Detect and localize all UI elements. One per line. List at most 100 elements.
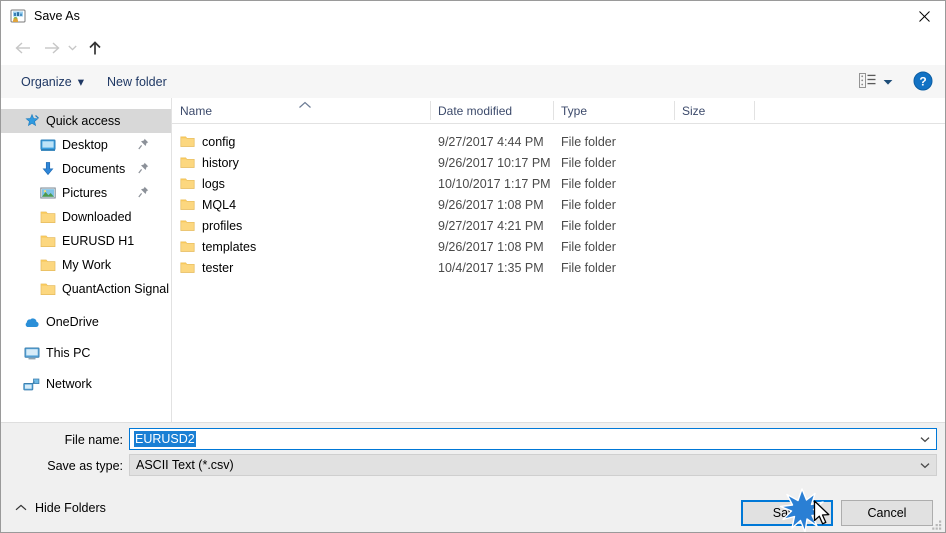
sidebar-item-label: Desktop: [62, 138, 108, 152]
column-header-size[interactable]: Size: [674, 98, 754, 123]
save-button-label: Save: [772, 506, 802, 520]
table-row[interactable]: config 9/27/2017 4:44 PM File folder: [172, 131, 945, 152]
chevron-down-icon[interactable]: [916, 455, 934, 475]
file-name-input[interactable]: EURUSD2: [129, 428, 937, 450]
table-row[interactable]: templates 9/26/2017 1:08 PM File folder: [172, 236, 945, 257]
sidebar-item-quick-access[interactable]: Quick access: [1, 109, 171, 133]
file-name-cell: tester: [180, 261, 233, 275]
desktop-icon: [39, 137, 56, 154]
file-date-cell: 9/26/2017 10:17 PM: [438, 155, 551, 170]
column-header-row: Name Date modified Type Size: [172, 98, 945, 124]
file-name-cell: MQL4: [180, 198, 236, 212]
save-as-app-icon: [10, 8, 26, 24]
navigation-row: « › Roaming › MetaQuotes › Terminal › 91…: [1, 32, 945, 92]
toolbar: Organize ▾ New folder ?: [1, 65, 945, 99]
folder-icon: [180, 198, 195, 211]
onedrive-icon: [23, 314, 40, 331]
sidebar-item-desktop[interactable]: Desktop: [1, 133, 171, 157]
file-type-cell: File folder: [561, 218, 616, 233]
hide-folders-button[interactable]: Hide Folders: [15, 501, 106, 515]
file-type-cell: File folder: [561, 239, 616, 254]
window-title: Save As: [34, 9, 80, 23]
column-header-date-modified[interactable]: Date modified: [430, 98, 553, 123]
folder-icon: [180, 240, 195, 253]
column-divider[interactable]: [754, 101, 755, 120]
sidebar-item-this-pc[interactable]: This PC: [1, 341, 171, 365]
up-arrow-icon[interactable]: [83, 36, 107, 60]
recent-locations-chevron-icon[interactable]: [63, 36, 81, 60]
sidebar-item-network[interactable]: Network: [1, 372, 171, 396]
sidebar-item-label: QuantAction Signal: [62, 282, 170, 296]
pin-icon[interactable]: [138, 138, 149, 153]
view-mode-chevron-icon: [883, 75, 893, 89]
title-bar: Save As: [1, 1, 945, 32]
file-name-label: MQL4: [202, 197, 237, 212]
file-name-label: history: [202, 155, 239, 170]
table-row[interactable]: profiles 9/27/2017 4:21 PM File folder: [172, 215, 945, 236]
sidebar-item-my-work[interactable]: My Work: [1, 253, 171, 277]
file-date-cell: 10/10/2017 1:17 PM: [438, 176, 551, 191]
save-form-area: File name: EURUSD2 Save as type: ASCII T…: [1, 422, 945, 493]
file-type-cell: File folder: [561, 197, 616, 212]
resize-grip-icon[interactable]: [931, 519, 943, 531]
close-icon[interactable]: [901, 1, 945, 31]
column-header-label: Type: [561, 103, 588, 118]
table-row[interactable]: tester 10/4/2017 1:35 PM File folder: [172, 257, 945, 278]
sidebar-item-documents[interactable]: Documents: [1, 157, 171, 181]
hide-folders-label: Hide Folders: [35, 501, 106, 515]
sidebar-item-label: Documents: [62, 162, 126, 176]
file-name-cell: config: [180, 135, 235, 149]
chevron-up-icon: [15, 504, 27, 512]
folder-icon: [39, 209, 56, 226]
sidebar-item-label: OneDrive: [46, 315, 99, 329]
sidebar-item-eurusd-h1[interactable]: EURUSD H1: [1, 229, 171, 253]
forward-arrow-icon[interactable]: [39, 36, 63, 60]
cancel-button[interactable]: Cancel: [841, 500, 933, 526]
save-button[interactable]: Save: [741, 500, 833, 526]
file-name-label: tester: [202, 260, 234, 275]
organize-label: Organize: [21, 74, 72, 89]
svg-text:?: ?: [919, 75, 926, 89]
pin-icon[interactable]: [138, 186, 149, 201]
column-header-name[interactable]: Name: [172, 98, 430, 123]
file-date-cell: 9/26/2017 1:08 PM: [438, 239, 544, 254]
network-icon: [23, 376, 40, 393]
save-as-type-select[interactable]: ASCII Text (*.csv): [129, 454, 937, 476]
file-name-cell: templates: [180, 240, 256, 254]
sidebar-item-label: Downloaded: [62, 210, 132, 224]
folder-icon: [39, 257, 56, 274]
table-row[interactable]: MQL4 9/26/2017 1:08 PM File folder: [172, 194, 945, 215]
organize-button[interactable]: Organize ▾: [13, 69, 92, 94]
back-arrow-icon[interactable]: [11, 36, 35, 60]
file-date-cell: 9/27/2017 4:44 PM: [438, 134, 544, 149]
sidebar-item-label: Network: [46, 377, 92, 391]
sidebar-item-onedrive[interactable]: OneDrive: [1, 310, 171, 334]
new-folder-button[interactable]: New folder: [99, 69, 175, 94]
table-row[interactable]: logs 10/10/2017 1:17 PM File folder: [172, 173, 945, 194]
cancel-button-label: Cancel: [867, 506, 907, 520]
navigation-sidebar[interactable]: Quick access Desktop Documents Pictures …: [1, 98, 172, 422]
save-as-dialog: Save As Organize ▾ New folder ? Quick ac…: [0, 0, 946, 533]
folder-icon: [180, 177, 195, 190]
file-name-value: EURUSD2: [134, 431, 196, 447]
folder-icon: [39, 281, 56, 298]
file-name-cell: history: [180, 156, 239, 170]
column-header-type[interactable]: Type: [553, 98, 674, 123]
view-mode-button[interactable]: [853, 69, 899, 94]
folder-icon: [39, 233, 56, 250]
chevron-down-icon[interactable]: [916, 429, 934, 449]
file-type-cell: File folder: [561, 260, 616, 275]
table-row[interactable]: history 9/26/2017 10:17 PM File folder: [172, 152, 945, 173]
sidebar-item-downloaded[interactable]: Downloaded: [1, 205, 171, 229]
sidebar-item-quantaction-signal[interactable]: QuantAction Signal: [1, 277, 171, 301]
list-view-icon: [859, 72, 876, 91]
sidebar-item-label: Quick access: [46, 114, 121, 128]
file-date-cell: 9/27/2017 4:21 PM: [438, 218, 544, 233]
help-icon[interactable]: ?: [913, 71, 933, 91]
sidebar-item-pictures[interactable]: Pictures: [1, 181, 171, 205]
folder-icon: [180, 135, 195, 148]
column-header-label: Size: [682, 103, 706, 118]
folder-icon: [180, 261, 195, 274]
sidebar-item-label: This PC: [46, 346, 91, 360]
pin-icon[interactable]: [138, 162, 149, 177]
